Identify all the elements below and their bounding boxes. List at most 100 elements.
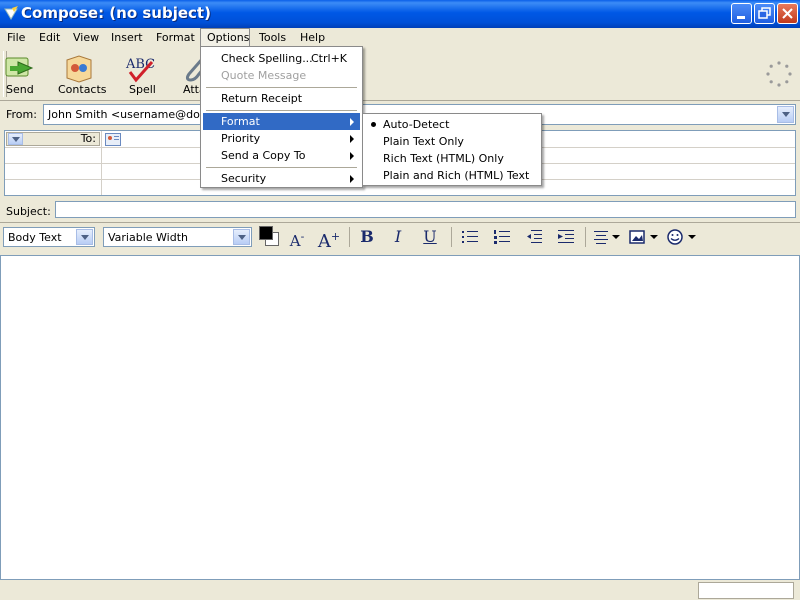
restore-button[interactable] <box>754 3 775 24</box>
indent-icon[interactable] <box>557 229 575 245</box>
close-icon <box>782 8 793 19</box>
from-dropdown-button[interactable] <box>777 106 794 123</box>
spell-button[interactable]: Spell <box>129 83 156 96</box>
alignment-dropdown-button[interactable] <box>593 229 623 245</box>
spell-check-icon[interactable]: ABC <box>124 52 156 84</box>
toolbar-divider <box>0 100 800 101</box>
chevron-down-icon <box>650 235 658 239</box>
subject-input[interactable] <box>55 201 796 218</box>
menu-separator <box>206 167 357 168</box>
submenu-arrow-icon <box>350 135 354 143</box>
menu-options[interactable]: Options <box>200 28 250 47</box>
smiley-icon <box>667 229 683 245</box>
bulleted-list-icon[interactable] <box>461 229 479 245</box>
menu-priority-submenu[interactable]: Priority <box>203 130 360 147</box>
menu-check-spelling-shortcut: Ctrl+K <box>311 52 348 65</box>
menu-view[interactable]: View <box>73 28 99 47</box>
menu-send-copy-to-label: Send a Copy To <box>221 149 306 162</box>
menu-send-copy-to-submenu[interactable]: Send a Copy To <box>203 147 360 164</box>
menu-rich-text-only-label: Rich Text (HTML) Only <box>383 152 504 165</box>
from-label: From: <box>6 108 37 121</box>
subject-label: Subject: <box>6 205 51 218</box>
menu-check-spelling[interactable]: Check Spelling... Ctrl+K <box>203 50 360 67</box>
menu-help[interactable]: Help <box>300 28 325 47</box>
toolbar-separator <box>451 227 452 247</box>
smaller-text-button[interactable]: A- <box>287 227 307 250</box>
recipient-type-label: To: <box>80 132 96 145</box>
contacts-button[interactable]: Contacts <box>58 83 107 96</box>
send-icon[interactable] <box>4 52 36 84</box>
recipient-type-dropdown-button[interactable] <box>8 133 23 145</box>
minimize-button[interactable] <box>731 3 752 24</box>
text-color-button[interactable] <box>259 226 279 248</box>
italic-button[interactable]: I <box>388 227 408 247</box>
menu-separator <box>206 110 357 111</box>
status-bar <box>0 580 800 600</box>
bold-button[interactable]: B <box>357 227 377 247</box>
menu-bar: File Edit View Insert Format Options Too… <box>0 28 800 47</box>
menu-auto-detect[interactable]: Auto-Detect <box>365 116 539 133</box>
options-menu: Check Spelling... Ctrl+K Quote Message R… <box>200 46 363 188</box>
plus-icon: + <box>330 230 341 243</box>
send-button[interactable]: Send <box>6 83 34 96</box>
restore-icon <box>758 7 771 19</box>
menu-quote-message: Quote Message <box>203 67 360 84</box>
align-center-icon <box>594 231 608 244</box>
message-body-editor[interactable] <box>0 255 800 580</box>
recipient-type-select[interactable]: To: <box>6 132 100 146</box>
numbered-list-icon[interactable] <box>493 229 511 245</box>
menu-rich-text-only[interactable]: Rich Text (HTML) Only <box>365 150 539 167</box>
contacts-icon[interactable] <box>63 52 95 84</box>
larger-text-button[interactable]: A+ <box>317 227 341 252</box>
format-toolbar-divider <box>0 222 800 223</box>
menu-edit[interactable]: Edit <box>39 28 60 47</box>
chevron-down-icon <box>12 137 20 142</box>
address-card-icon[interactable] <box>105 133 121 146</box>
outdent-icon[interactable] <box>525 229 543 245</box>
menu-check-spelling-label: Check Spelling... <box>221 52 313 65</box>
menu-quote-message-label: Quote Message <box>221 69 307 82</box>
chevron-down-icon <box>81 235 89 240</box>
menu-security-submenu[interactable]: Security <box>203 170 360 187</box>
paragraph-style-select[interactable]: Body Text <box>3 227 95 247</box>
text-color-swatch <box>259 226 273 240</box>
submenu-arrow-icon <box>350 118 354 126</box>
paragraph-style-dropdown-button[interactable] <box>76 229 93 245</box>
radio-selected-icon <box>371 122 376 127</box>
title-bar: Compose: (no subject) <box>0 0 800 28</box>
menu-tools[interactable]: Tools <box>259 28 286 47</box>
toolbar-separator <box>349 227 350 247</box>
chevron-down-icon <box>612 235 620 239</box>
menu-return-receipt[interactable]: Return Receipt <box>203 90 360 107</box>
font-dropdown-button[interactable] <box>233 229 250 245</box>
submenu-arrow-icon <box>350 175 354 183</box>
menu-insert[interactable]: Insert <box>111 28 143 47</box>
insert-image-icon <box>629 230 645 244</box>
menu-plain-text-only-label: Plain Text Only <box>383 135 464 148</box>
format-submenu: Auto-Detect Plain Text Only Rich Text (H… <box>362 113 542 186</box>
status-panel <box>698 582 794 599</box>
menu-security-label: Security <box>221 172 267 185</box>
font-select[interactable]: Variable Width <box>103 227 252 247</box>
menu-separator <box>206 87 357 88</box>
chevron-down-icon <box>238 235 246 240</box>
menu-format-submenu[interactable]: Format <box>203 113 360 130</box>
close-button[interactable] <box>777 3 798 24</box>
compose-app-icon <box>4 6 18 20</box>
menu-file[interactable]: File <box>7 28 25 47</box>
menu-format[interactable]: Format <box>156 28 195 47</box>
menu-plain-text-only[interactable]: Plain Text Only <box>365 133 539 150</box>
insert-object-dropdown-button[interactable] <box>629 229 659 245</box>
submenu-arrow-icon <box>350 152 354 160</box>
main-toolbar <box>0 47 800 100</box>
font-value: Variable Width <box>108 231 188 244</box>
insert-smiley-dropdown-button[interactable] <box>667 229 697 245</box>
underline-button[interactable]: U <box>420 227 440 247</box>
toolbar-separator <box>585 227 586 247</box>
window-title: Compose: (no subject) <box>21 4 211 22</box>
menu-plain-and-rich-label: Plain and Rich (HTML) Text <box>383 169 530 182</box>
menu-priority-label: Priority <box>221 132 261 145</box>
chevron-down-icon <box>782 112 790 117</box>
minus-icon: - <box>300 230 305 243</box>
menu-plain-and-rich[interactable]: Plain and Rich (HTML) Text <box>365 167 539 184</box>
